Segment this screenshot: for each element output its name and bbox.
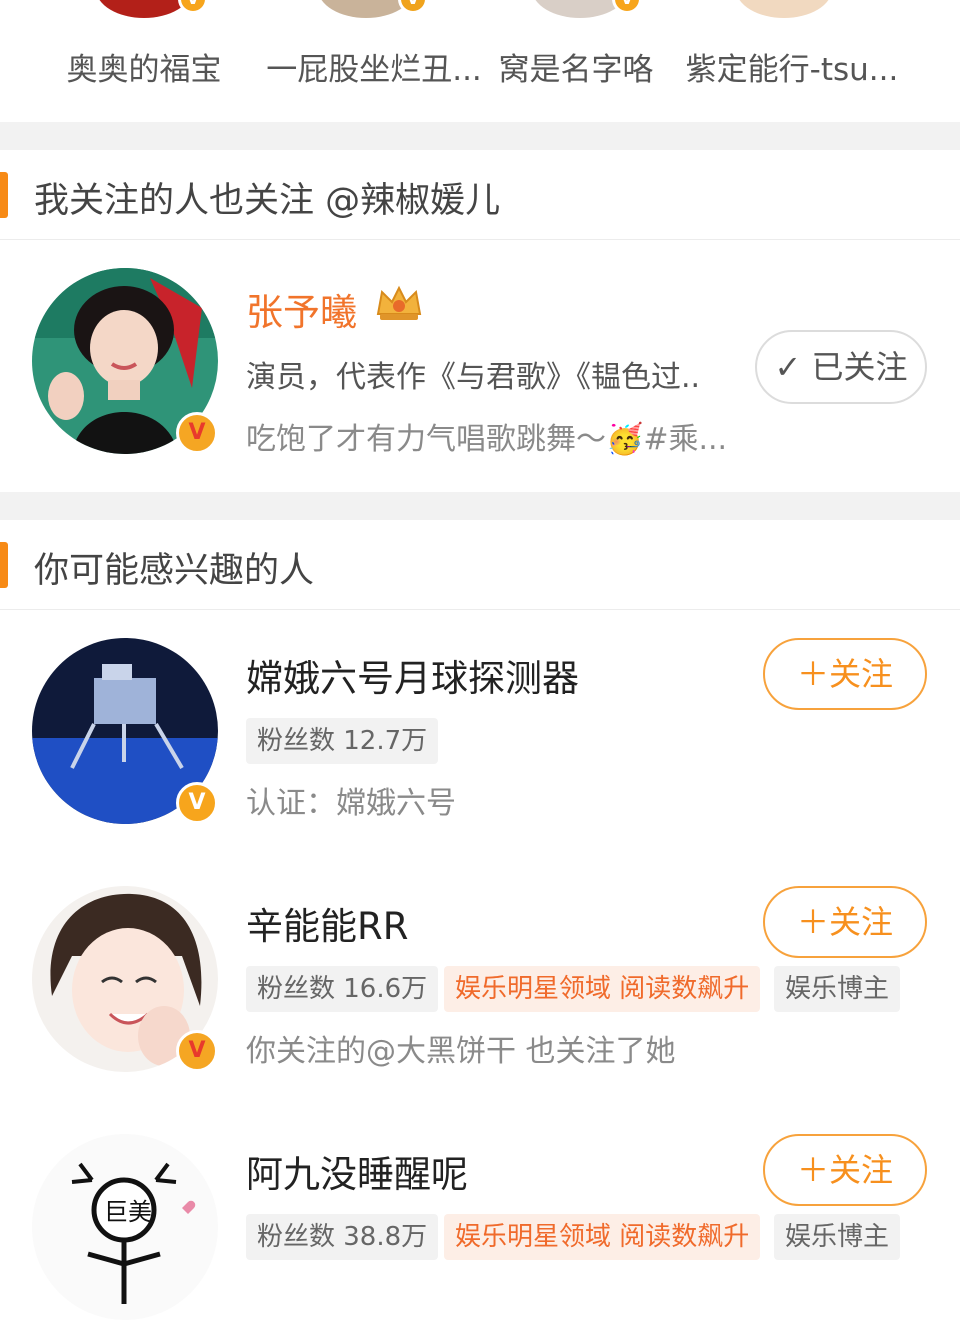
following-button[interactable]: ✓ 已关注 bbox=[755, 330, 927, 404]
top-user-name: 窝是名字咯 bbox=[498, 52, 654, 88]
hot-tag: 娱乐明星领域 阅读数飙升 bbox=[444, 1214, 761, 1260]
user-name[interactable]: 嫦娥六号月球探测器 bbox=[246, 648, 579, 702]
top-user-3[interactable]: V 窝是名字咯 bbox=[456, 0, 696, 122]
top-user-name: 紫定能行-tsu... bbox=[685, 52, 899, 88]
latest-post: 吃饱了才有力气唱歌跳舞～🥳#乘... bbox=[246, 422, 728, 457]
section-title: 我关注的人也关注 @辣椒媛儿 bbox=[34, 181, 501, 221]
verified-badge-icon: V bbox=[176, 782, 218, 824]
verification-text: 认证：嫦娥六号 bbox=[246, 786, 456, 821]
section-header-mutual: 我关注的人也关注 @辣椒媛儿 bbox=[0, 150, 960, 240]
user-card-suggested[interactable]: V 辛能能RR 粉丝数 16.6万 娱乐明星领域 阅读数飙升 娱乐博主 你关注的… bbox=[0, 858, 960, 1107]
user-name[interactable]: 辛能能RR bbox=[246, 896, 408, 950]
verified-badge-icon: V bbox=[176, 412, 218, 454]
role-tag: 娱乐博主 bbox=[774, 1214, 901, 1260]
avatar[interactable]: 巨美 bbox=[32, 1134, 218, 1320]
follow-button[interactable]: ＋关注 bbox=[763, 638, 927, 710]
user-card-mutual[interactable]: V 张予曦 演员，代表作《与君歌》《韫色过.. 吃饱了才有力气唱歌跳舞～🥳#乘.… bbox=[0, 240, 960, 492]
top-user-name: 奥奥的福宝 bbox=[66, 52, 222, 88]
verified-badge-icon: V bbox=[176, 1030, 218, 1072]
recommend-reason: 你关注的@大黑饼干 也关注了她 bbox=[246, 1034, 676, 1069]
avatar-photo: 巨美 bbox=[32, 1134, 218, 1320]
verified-badge-icon: V bbox=[178, 0, 208, 14]
following-label: 已关注 bbox=[811, 348, 908, 386]
top-user-row: V 奥奥的福宝 V 一屁股坐烂丑... V 窝是名字咯 紫定能行-tsu... bbox=[0, 0, 960, 122]
section-header-suggest: 你可能感兴趣的人 bbox=[0, 520, 960, 610]
fans-count-tag: 粉丝数 12.7万 bbox=[246, 718, 439, 764]
crown-vip-icon bbox=[376, 285, 422, 320]
hot-tag: 娱乐明星领域 阅读数飙升 bbox=[444, 966, 761, 1012]
verified-badge-icon: V bbox=[398, 0, 428, 14]
section-accent-bar bbox=[0, 542, 8, 588]
top-user-1[interactable]: V 奥奥的福宝 bbox=[24, 0, 264, 122]
user-card-suggested[interactable]: V 嫦娥六号月球探测器 粉丝数 12.7万 认证：嫦娥六号 ＋关注 bbox=[0, 610, 960, 859]
user-name[interactable]: 阿九没睡醒呢 bbox=[246, 1144, 468, 1198]
check-icon: ✓ bbox=[774, 348, 802, 386]
section-accent-bar bbox=[0, 172, 8, 218]
svg-text:巨美: 巨美 bbox=[104, 1198, 152, 1226]
section-title: 你可能感兴趣的人 bbox=[34, 551, 315, 591]
avatar[interactable] bbox=[736, 0, 832, 18]
follow-button[interactable]: ＋关注 bbox=[763, 886, 927, 958]
section-divider bbox=[0, 492, 960, 520]
fans-count-tag: 粉丝数 38.8万 bbox=[246, 1214, 439, 1260]
user-description: 演员，代表作《与君歌》《韫色过.. bbox=[246, 360, 701, 395]
role-tag: 娱乐博主 bbox=[774, 966, 901, 1012]
top-user-4[interactable]: 紫定能行-tsu... bbox=[672, 0, 912, 122]
user-card-suggested[interactable]: 巨美 阿九没睡醒呢 粉丝数 38.8万 娱乐明星领域 阅读数飙升 娱乐博主 ＋关… bbox=[0, 1106, 960, 1320]
follow-button[interactable]: ＋关注 bbox=[763, 1134, 927, 1206]
section-divider bbox=[0, 122, 960, 150]
verified-badge-icon: V bbox=[612, 0, 642, 14]
fans-count-tag: 粉丝数 16.6万 bbox=[246, 966, 439, 1012]
user-name[interactable]: 张予曦 bbox=[246, 282, 357, 336]
